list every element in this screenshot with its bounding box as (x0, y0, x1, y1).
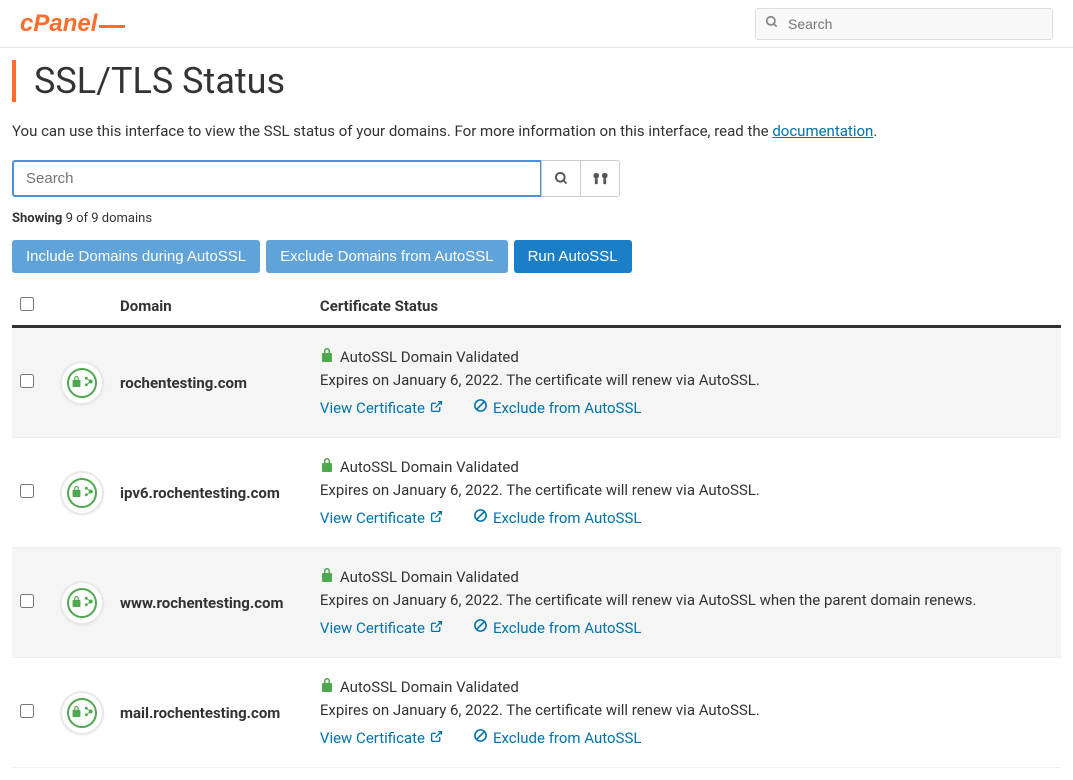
include-domains-button[interactable]: Include Domains during AutoSSL (12, 240, 260, 273)
ssl-status-badge (60, 471, 104, 515)
view-certificate-link[interactable]: View Certificate (320, 618, 443, 637)
prohibit-icon (473, 508, 488, 527)
status-text: AutoSSL Domain Validated (340, 348, 519, 366)
share-icon (83, 705, 94, 721)
exclude-from-autossl-link[interactable]: Exclude from AutoSSL (473, 398, 641, 417)
row-checkbox[interactable] (20, 484, 34, 498)
domain-name: www.rochentesting.com (120, 594, 304, 612)
cert-status-header: Certificate Status (312, 287, 1061, 327)
status-text: AutoSSL Domain Validated (340, 678, 519, 696)
documentation-link[interactable]: documentation (772, 122, 873, 140)
search-button[interactable] (541, 160, 581, 197)
prohibit-icon (473, 728, 488, 747)
share-icon (83, 375, 94, 391)
domain-name: rochentesting.com (120, 374, 304, 392)
lock-icon (320, 568, 334, 586)
ssl-status-badge (60, 581, 104, 625)
lock-icon (71, 595, 82, 611)
showing-count: Showing 9 of 9 domains (12, 211, 1061, 226)
global-search-input[interactable] (755, 8, 1053, 40)
intro-text: You can use this interface to view the S… (12, 122, 1061, 140)
domain-search-input[interactable] (12, 160, 542, 197)
exclude-from-autossl-link[interactable]: Exclude from AutoSSL (473, 508, 641, 527)
lock-icon (320, 678, 334, 696)
search-icon (765, 15, 779, 33)
external-link-icon (430, 509, 443, 527)
external-link-icon (430, 619, 443, 637)
settings-button[interactable] (580, 160, 620, 197)
share-icon (83, 595, 94, 611)
external-link-icon (430, 729, 443, 747)
domain-name: ipv6.rochentesting.com (120, 484, 304, 502)
lock-icon (320, 348, 334, 366)
expiry-text: Expires on January 6, 2022. The certific… (320, 481, 1053, 499)
row-checkbox[interactable] (20, 374, 34, 388)
select-all-checkbox[interactable] (20, 297, 34, 311)
expiry-text: Expires on January 6, 2022. The certific… (320, 591, 1053, 609)
domain-header: Domain (112, 287, 312, 327)
cpanel-logo[interactable]: cPanel (20, 11, 128, 37)
table-row: rochentesting.com AutoSSL Domain Validat… (12, 327, 1061, 438)
view-certificate-link[interactable]: View Certificate (320, 728, 443, 747)
expiry-text: Expires on January 6, 2022. The certific… (320, 701, 1053, 719)
exclude-domains-button[interactable]: Exclude Domains from AutoSSL (266, 240, 507, 273)
table-row: ipv6.rochentesting.com AutoSSL Domain Va… (12, 438, 1061, 548)
ssl-status-badge (60, 691, 104, 735)
ssl-status-badge (60, 361, 104, 405)
view-certificate-link[interactable]: View Certificate (320, 508, 443, 527)
exclude-from-autossl-link[interactable]: Exclude from AutoSSL (473, 618, 641, 637)
row-checkbox[interactable] (20, 704, 34, 718)
status-text: AutoSSL Domain Validated (340, 568, 519, 586)
domain-name: mail.rochentesting.com (120, 704, 304, 722)
share-icon (83, 485, 94, 501)
lock-icon (320, 458, 334, 476)
status-text: AutoSSL Domain Validated (340, 458, 519, 476)
external-link-icon (430, 399, 443, 417)
view-certificate-link[interactable]: View Certificate (320, 398, 443, 417)
table-row: mail.rochentesting.com AutoSSL Domain Va… (12, 658, 1061, 768)
lock-icon (71, 705, 82, 721)
table-row: www.rochentesting.com AutoSSL Domain Val… (12, 548, 1061, 658)
row-checkbox[interactable] (20, 594, 34, 608)
lock-icon (71, 375, 82, 391)
prohibit-icon (473, 618, 488, 637)
expiry-text: Expires on January 6, 2022. The certific… (320, 371, 1053, 389)
prohibit-icon (473, 398, 488, 417)
exclude-from-autossl-link[interactable]: Exclude from AutoSSL (473, 728, 641, 747)
run-autossl-button[interactable]: Run AutoSSL (514, 240, 632, 273)
page-title: SSL/TLS Status (34, 60, 1061, 102)
svg-text:cPanel: cPanel (20, 11, 99, 37)
global-search (755, 8, 1053, 40)
lock-icon (71, 485, 82, 501)
